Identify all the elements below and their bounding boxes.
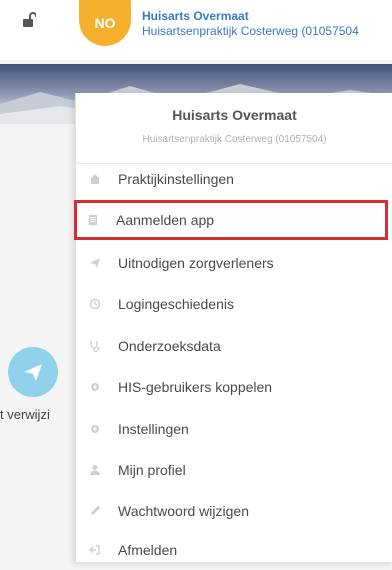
stethoscope-icon [90,341,100,352]
menu-item-label: Afmelden [118,542,178,558]
menu-item-label: HIS-gebruikers koppelen [118,379,273,395]
menu-item-label: Aanmelden app [116,212,215,228]
practice-avatar-badge[interactable]: NO [79,0,131,46]
gear-icon [91,383,99,391]
gear-icon [91,425,99,433]
menu-item-afmelden[interactable]: Afmelden [76,530,392,570]
practice-name-link[interactable]: Huisarts Overmaat [142,9,249,23]
menu-item-label: Logingeschiedenis [118,296,234,312]
dropdown-header: Huisarts Overmaat Huisartsenpraktijk Cos… [76,93,392,157]
top-bar: NO Huisarts Overmaat Huisartsenpraktijk … [0,0,392,60]
document-icon [89,215,97,225]
menu-item-label: Mijn profiel [118,462,186,478]
send-icon [24,364,42,381]
logout-icon [89,545,100,555]
menu-item-wachtwoord-wijzigen[interactable]: Wachtwoord wijzigen [76,491,392,531]
practice-subtitle-link[interactable]: Huisartsenpraktijk Costerweg (01057504 [142,24,359,38]
menu-item-onderzoeksdata[interactable]: Onderzoeksdata [76,326,392,366]
unlock-icon[interactable] [22,12,37,33]
home-icon [90,174,100,184]
menu-item-logingeschiedenis[interactable]: Logingeschiedenis [76,284,392,324]
menu-item-label: Onderzoeksdata [118,338,221,354]
user-icon [90,465,100,475]
menu-item-label: Wachtwoord wijzigen [118,503,249,519]
menu-item-label: Praktijkinstellingen [118,171,234,187]
menu-item-label: Instellingen [118,421,189,437]
send-referral-label[interactable]: t verwijzi [0,407,50,422]
menu-item-aanmelden-app[interactable]: Aanmelden app [74,200,388,240]
menu-item-instellingen[interactable]: Instellingen [76,409,392,449]
send-icon [90,258,100,268]
menu-item-his-gebruikers-koppelen[interactable]: HIS-gebruikers koppelen [76,367,392,407]
menu-item-mijn-profiel[interactable]: Mijn profiel [76,450,392,490]
dropdown-subtitle: Huisartsenpraktijk Costerweg (01057504) [142,134,327,145]
menu-item-praktijkinstellingen[interactable]: Praktijkinstellingen [76,159,392,199]
account-dropdown-menu: Huisarts Overmaat Huisartsenpraktijk Cos… [74,93,392,562]
dropdown-title: Huisarts Overmaat [172,107,297,123]
history-icon [89,298,101,310]
send-referral-button[interactable] [8,347,58,397]
pencil-icon [91,506,100,515]
menu-item-label: Uitnodigen zorgverleners [118,255,274,271]
menu-item-uitnodigen-zorgverleners[interactable]: Uitnodigen zorgverleners [76,243,392,283]
